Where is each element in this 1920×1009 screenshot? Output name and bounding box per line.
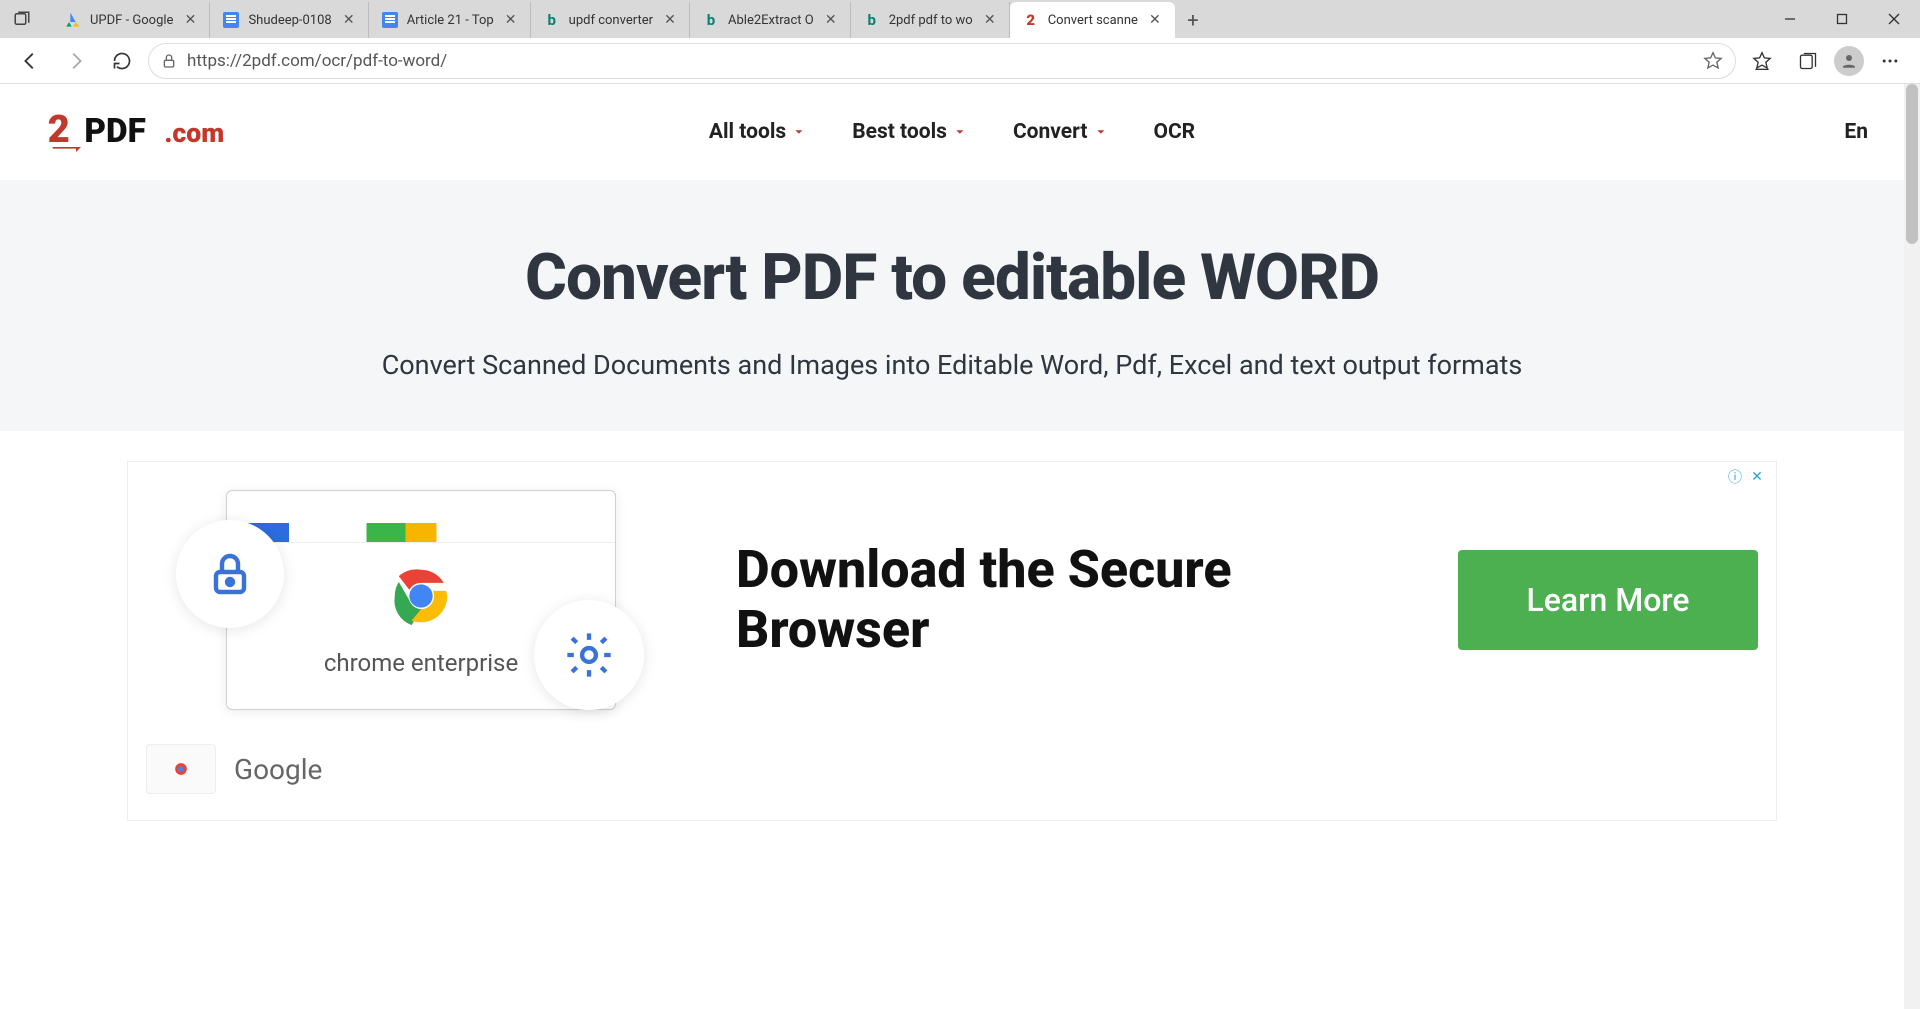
viewport: 2 PDF .com All tools Best tools Convert … <box>0 84 1920 1009</box>
window-controls <box>1764 0 1920 38</box>
ad-illustration: chrome enterprise <box>146 480 666 720</box>
close-window-button[interactable] <box>1868 0 1920 38</box>
tab-label: UPDF - Google <box>90 13 173 28</box>
page-subtitle: Convert Scanned Documents and Images int… <box>0 349 1904 381</box>
tab-label: 2pdf pdf to wo <box>889 13 973 28</box>
tab-updf[interactable]: UPDF - Google ✕ <box>52 2 210 38</box>
nav-best-tools[interactable]: Best tools <box>852 120 967 144</box>
favorites-button[interactable] <box>1742 41 1782 81</box>
back-button[interactable] <box>10 41 50 81</box>
ad-headline: Download the Secure Browser <box>736 540 1388 660</box>
site-logo[interactable]: 2 PDF .com <box>36 107 276 157</box>
profile-button[interactable] <box>1834 46 1864 76</box>
nav-convert[interactable]: Convert <box>1013 120 1108 144</box>
tab-2pdf-search[interactable]: b 2pdf pdf to wo ✕ <box>851 2 1010 38</box>
gear-icon <box>534 600 644 710</box>
nav-label: All tools <box>709 120 786 144</box>
bing-favicon-icon: b <box>543 11 561 29</box>
tab-label: Convert scanne <box>1048 13 1138 28</box>
url-input[interactable] <box>187 51 1693 71</box>
svg-text:2: 2 <box>48 107 70 152</box>
browser-toolbar <box>0 38 1920 84</box>
lock-icon <box>176 520 284 628</box>
vertical-scrollbar[interactable] <box>1904 84 1920 1009</box>
tab-label: Article 21 - Top <box>407 13 494 28</box>
add-favorite-icon[interactable] <box>1703 51 1723 71</box>
scrollbar-thumb[interactable] <box>1906 84 1918 244</box>
hero: Convert PDF to editable WORD Convert Sca… <box>0 180 1904 431</box>
ad-banner: ⓘ ✕ chrome enterprise <box>127 461 1777 821</box>
close-icon[interactable]: ✕ <box>502 11 520 29</box>
close-icon[interactable]: ✕ <box>1146 11 1164 29</box>
ad-footer: Google <box>146 744 1758 794</box>
nav-label: OCR <box>1153 120 1195 144</box>
collections-button[interactable] <box>1788 41 1828 81</box>
chrome-logo-icon <box>386 561 456 631</box>
docs-favicon-icon <box>381 11 399 29</box>
tab-updf-converter[interactable]: b updf converter ✕ <box>531 2 690 38</box>
ad-cta-button[interactable]: Learn More <box>1458 550 1758 650</box>
2pdf-favicon-icon: 2 <box>1022 11 1040 29</box>
close-icon[interactable]: ✕ <box>981 11 999 29</box>
nav-ocr[interactable]: OCR <box>1153 120 1195 144</box>
close-icon[interactable]: ✕ <box>661 11 679 29</box>
ad-info-icon[interactable]: ⓘ <box>1726 468 1744 486</box>
close-icon[interactable]: ✕ <box>822 11 840 29</box>
ad-brand-thumb-icon <box>146 744 216 794</box>
tab-actions-icon[interactable] <box>0 0 44 38</box>
ad-brand-label: Google <box>234 753 322 786</box>
drive-favicon-icon <box>64 11 82 29</box>
ad-product-label: chrome enterprise <box>324 649 518 677</box>
site-header: 2 PDF .com All tools Best tools Convert … <box>0 84 1904 180</box>
tab-strip: UPDF - Google ✕ Shudeep-0108 ✕ Article 2… <box>44 0 1764 38</box>
tab-convert-scanned[interactable]: 2 Convert scanne ✕ <box>1010 2 1175 38</box>
svg-text:.com: .com <box>164 117 224 149</box>
svg-text:PDF: PDF <box>84 112 146 151</box>
maximize-button[interactable] <box>1816 0 1868 38</box>
more-button[interactable] <box>1870 41 1910 81</box>
page: 2 PDF .com All tools Best tools Convert … <box>0 84 1904 1009</box>
minimize-button[interactable] <box>1764 0 1816 38</box>
bing-favicon-icon: b <box>863 11 881 29</box>
close-icon[interactable]: ✕ <box>340 11 358 29</box>
page-title: Convert PDF to editable WORD <box>0 240 1904 315</box>
ad-close-icon[interactable]: ✕ <box>1748 468 1766 486</box>
ad-text: Download the Secure Browser <box>736 540 1388 660</box>
tab-label: Shudeep-0108 <box>248 13 331 28</box>
bing-favicon-icon: b <box>702 11 720 29</box>
docs-favicon-icon <box>222 11 240 29</box>
ad-controls: ⓘ ✕ <box>1726 468 1766 486</box>
browser-titlebar: UPDF - Google ✕ Shudeep-0108 ✕ Article 2… <box>0 0 1920 38</box>
address-bar[interactable] <box>148 43 1736 79</box>
close-icon[interactable]: ✕ <box>181 11 199 29</box>
nav-all-tools[interactable]: All tools <box>709 120 806 144</box>
main-nav: All tools Best tools Convert OCR <box>709 120 1195 144</box>
nav-label: Convert <box>1013 120 1088 144</box>
chevron-down-icon <box>1093 125 1107 139</box>
tab-label: Able2Extract O <box>728 13 814 28</box>
tab-article21[interactable]: Article 21 - Top ✕ <box>369 2 531 38</box>
new-tab-button[interactable]: + <box>1175 2 1211 38</box>
tab-shudeep[interactable]: Shudeep-0108 ✕ <box>210 2 368 38</box>
forward-button[interactable] <box>56 41 96 81</box>
refresh-button[interactable] <box>102 41 142 81</box>
tab-label: updf converter <box>569 13 653 28</box>
language-selector[interactable]: En <box>1844 120 1868 144</box>
chevron-down-icon <box>953 125 967 139</box>
lock-icon <box>161 53 177 69</box>
nav-label: Best tools <box>852 120 947 144</box>
tab-able2extract[interactable]: b Able2Extract O ✕ <box>690 2 851 38</box>
chevron-down-icon <box>792 125 806 139</box>
